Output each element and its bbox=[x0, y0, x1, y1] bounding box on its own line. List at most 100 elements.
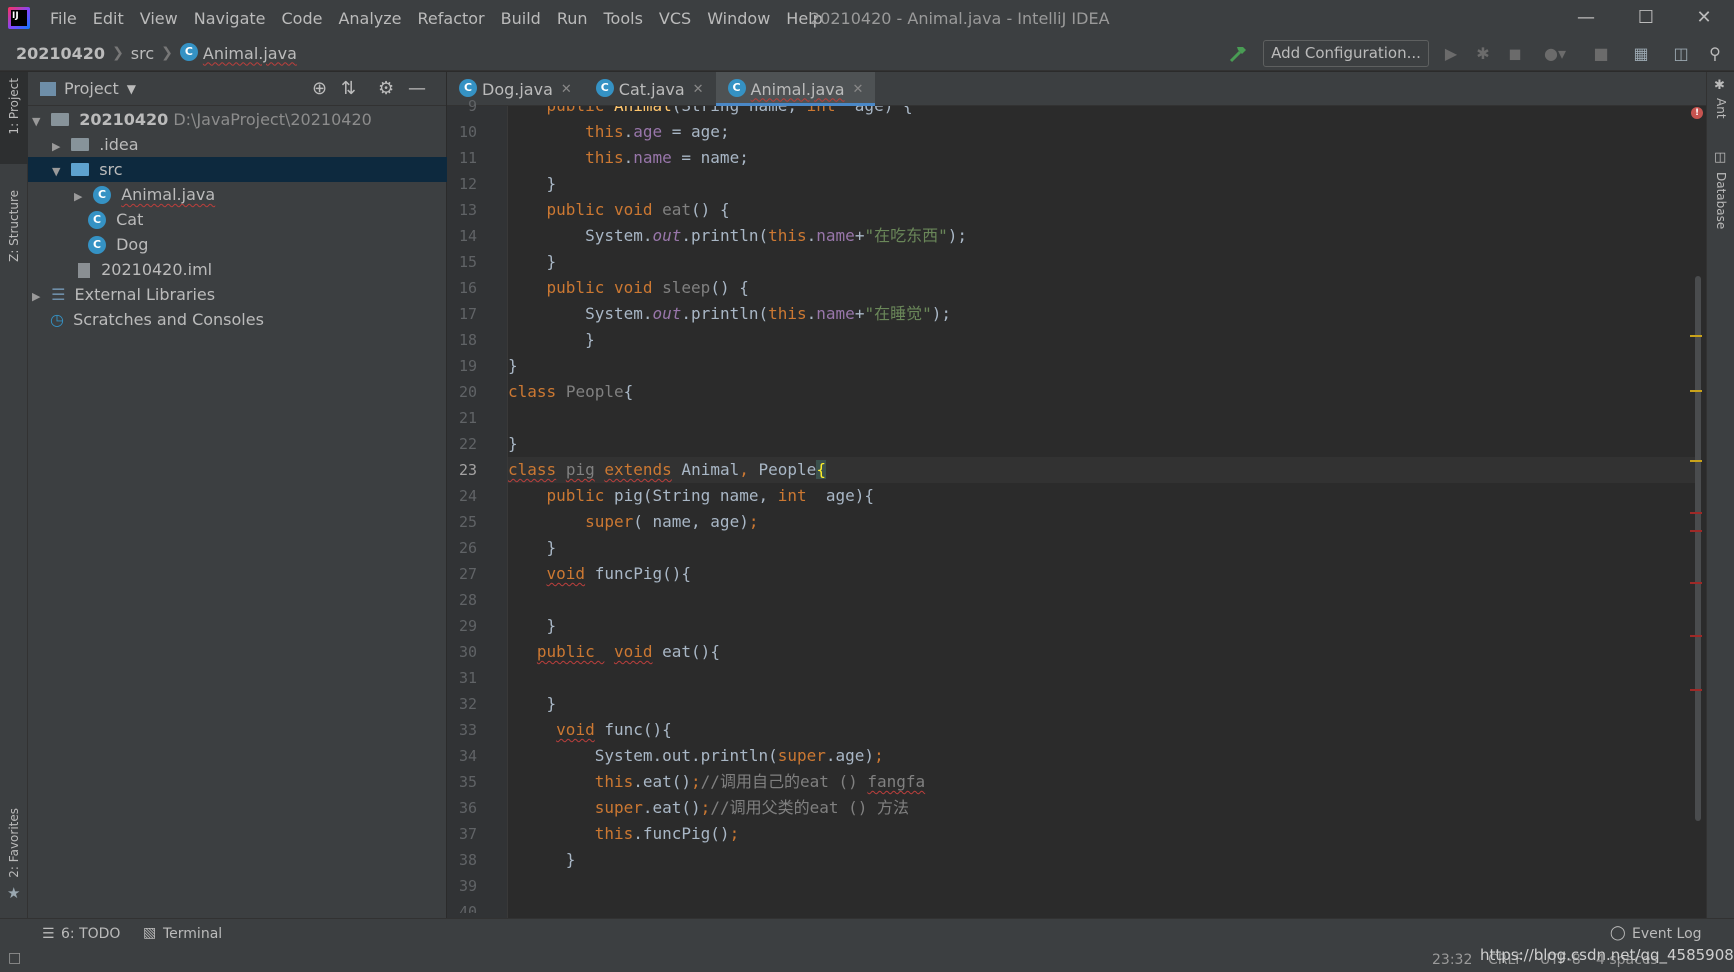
collapsed-arrow-icon[interactable]: ▶ bbox=[32, 284, 46, 309]
hide-panel-icon[interactable]: — bbox=[408, 78, 426, 99]
error-marker[interactable] bbox=[1690, 635, 1702, 637]
menu-code[interactable]: Code bbox=[274, 9, 331, 28]
collapsed-arrow-icon[interactable]: ▶ bbox=[74, 184, 88, 209]
line-number: 30 bbox=[458, 643, 477, 661]
todo-tool-button[interactable]: 6: TODO bbox=[61, 926, 120, 942]
favorites-tool-label[interactable]: 2: Favorites bbox=[7, 808, 21, 878]
close-tab-icon[interactable]: ✕ bbox=[853, 82, 864, 97]
tab-cat-java[interactable]: C Cat.java ✕ bbox=[584, 72, 716, 106]
breadcrumb-project[interactable]: 20210420 bbox=[16, 44, 105, 63]
menu-analyze[interactable]: Analyze bbox=[330, 9, 409, 28]
tree-item-dog[interactable]: C Dog bbox=[28, 232, 447, 257]
code-editor[interactable]: public Animal(String name, int age) { th… bbox=[507, 106, 1699, 918]
breadcrumb-folder[interactable]: src bbox=[131, 44, 154, 63]
run-icon[interactable]: ▶ bbox=[1442, 45, 1460, 63]
error-marker[interactable] bbox=[1690, 689, 1702, 691]
line-number: 33 bbox=[458, 721, 477, 739]
menu-view[interactable]: View bbox=[132, 9, 186, 28]
add-configuration-button[interactable]: Add Configuration... bbox=[1263, 40, 1429, 67]
minimize-button[interactable]: — bbox=[1558, 0, 1614, 36]
build-hammer-icon[interactable] bbox=[1228, 44, 1248, 64]
tree-item-cat[interactable]: C Cat bbox=[28, 207, 447, 232]
code-line: } bbox=[508, 538, 557, 557]
tree-item-label: .idea bbox=[99, 135, 139, 154]
tree-item-iml[interactable]: 20210420.iml bbox=[28, 257, 447, 282]
code-line: void funcPig(){ bbox=[546, 564, 692, 583]
database-tool-label[interactable]: Database bbox=[1714, 172, 1728, 229]
code-line: public Animal(String name, int age) { bbox=[508, 106, 1699, 119]
line-number: 24 bbox=[458, 487, 477, 505]
maximize-button[interactable]: ☐ bbox=[1618, 0, 1674, 36]
line-number: 36 bbox=[458, 799, 477, 817]
event-log-icon: ◯ bbox=[1610, 925, 1626, 941]
collapse-all-icon[interactable]: ⇅ bbox=[341, 78, 356, 99]
layout-toggle-icon[interactable]: □ bbox=[8, 950, 21, 966]
menu-vcs[interactable]: VCS bbox=[651, 9, 699, 28]
structure-tool-label[interactable]: Z: Structure bbox=[7, 190, 21, 262]
tree-item-label: 20210420 bbox=[79, 110, 169, 129]
source-folder-icon bbox=[71, 163, 90, 176]
error-marker[interactable] bbox=[1690, 512, 1702, 514]
tree-item-animal-java[interactable]: ▶ C Animal.java bbox=[28, 182, 447, 207]
expanded-arrow-icon[interactable]: ▼ bbox=[52, 159, 66, 184]
terminal-window-icon[interactable]: ◫ bbox=[1672, 45, 1690, 63]
coverage-shield-icon[interactable]: ◼ bbox=[1506, 45, 1524, 63]
debug-bug-icon[interactable]: ✱ bbox=[1474, 45, 1492, 63]
collapsed-arrow-icon[interactable]: ▶ bbox=[52, 134, 66, 159]
warning-marker[interactable] bbox=[1690, 335, 1702, 337]
code-line: System.out.println(this.name+"在睡觉"); bbox=[508, 304, 951, 323]
line-number: 32 bbox=[458, 695, 477, 713]
tree-item-src[interactable]: ▼ src bbox=[28, 157, 447, 182]
terminal-tool-button[interactable]: Terminal bbox=[163, 926, 222, 942]
warning-marker[interactable] bbox=[1690, 460, 1702, 462]
line-number: 28 bbox=[458, 591, 477, 609]
view-dropdown-icon[interactable]: ▼ bbox=[127, 82, 136, 96]
settings-gear-icon[interactable]: ⚙ bbox=[378, 78, 394, 99]
caret-position[interactable]: 23:32 bbox=[1432, 952, 1472, 968]
menu-window[interactable]: Window bbox=[699, 9, 778, 28]
tree-item-project-root[interactable]: ▼ 20210420 D:\JavaProject\20210420 bbox=[28, 107, 447, 132]
tab-animal-java[interactable]: C Animal.java ✕ bbox=[715, 72, 876, 106]
line-number: 14 bbox=[458, 227, 477, 245]
event-log-button[interactable]: Event Log bbox=[1632, 926, 1702, 942]
error-indicator-icon[interactable]: ! bbox=[1691, 107, 1703, 119]
stop-icon[interactable]: ■ bbox=[1592, 45, 1610, 63]
ant-tool-label[interactable]: Ant bbox=[1714, 98, 1728, 119]
menu-build[interactable]: Build bbox=[493, 9, 549, 28]
menu-edit[interactable]: Edit bbox=[85, 9, 132, 28]
error-marker[interactable] bbox=[1690, 582, 1702, 584]
tree-item-label: External Libraries bbox=[74, 285, 216, 304]
locate-target-icon[interactable]: ⊕ bbox=[312, 78, 327, 99]
error-marker[interactable] bbox=[1690, 530, 1702, 532]
breadcrumb-file[interactable]: Animal.java bbox=[203, 44, 297, 63]
line-number: 16 bbox=[458, 279, 477, 297]
menu-file[interactable]: File bbox=[42, 9, 85, 28]
warning-marker[interactable] bbox=[1690, 390, 1702, 392]
menu-tools[interactable]: Tools bbox=[596, 9, 651, 28]
project-structure-icon[interactable]: ▦ bbox=[1632, 45, 1650, 63]
project-tool-tab[interactable]: 1: Project bbox=[0, 72, 28, 164]
left-tool-strip: 1: Project Z: Structure 2: Favorites ★ bbox=[0, 72, 28, 918]
profile-dropdown-icon[interactable]: ●▾ bbox=[1538, 45, 1572, 63]
logo-text: IJ bbox=[11, 10, 27, 26]
tree-item-scratches[interactable]: ◷ Scratches and Consoles bbox=[28, 307, 447, 332]
code-line: public pig(String name, int age){ bbox=[546, 486, 875, 505]
editor-scrollbar[interactable] bbox=[1695, 276, 1701, 821]
project-view-title[interactable]: Project bbox=[64, 79, 119, 98]
menu-refactor[interactable]: Refactor bbox=[410, 9, 493, 28]
java-class-icon: C bbox=[179, 43, 198, 61]
close-tab-icon[interactable]: ✕ bbox=[693, 82, 704, 97]
line-number: 39 bbox=[458, 877, 477, 895]
menu-navigate[interactable]: Navigate bbox=[186, 9, 274, 28]
menu-run[interactable]: Run bbox=[549, 9, 596, 28]
project-panel-header: Project ▼ ⊕ ⇅ ⚙ — bbox=[28, 72, 446, 106]
watermark-text: https://blog.csdn.net/qq_45859087 bbox=[1480, 946, 1734, 964]
close-window-button[interactable]: ✕ bbox=[1676, 0, 1732, 36]
search-everywhere-icon[interactable]: ⚲ bbox=[1706, 45, 1724, 63]
expanded-arrow-icon[interactable]: ▼ bbox=[32, 109, 46, 134]
line-number: 22 bbox=[458, 435, 477, 453]
tree-item-idea[interactable]: ▶ .idea bbox=[28, 132, 447, 157]
close-tab-icon[interactable]: ✕ bbox=[561, 82, 572, 97]
tree-item-external-libraries[interactable]: ▶ ☰ External Libraries bbox=[28, 282, 447, 307]
